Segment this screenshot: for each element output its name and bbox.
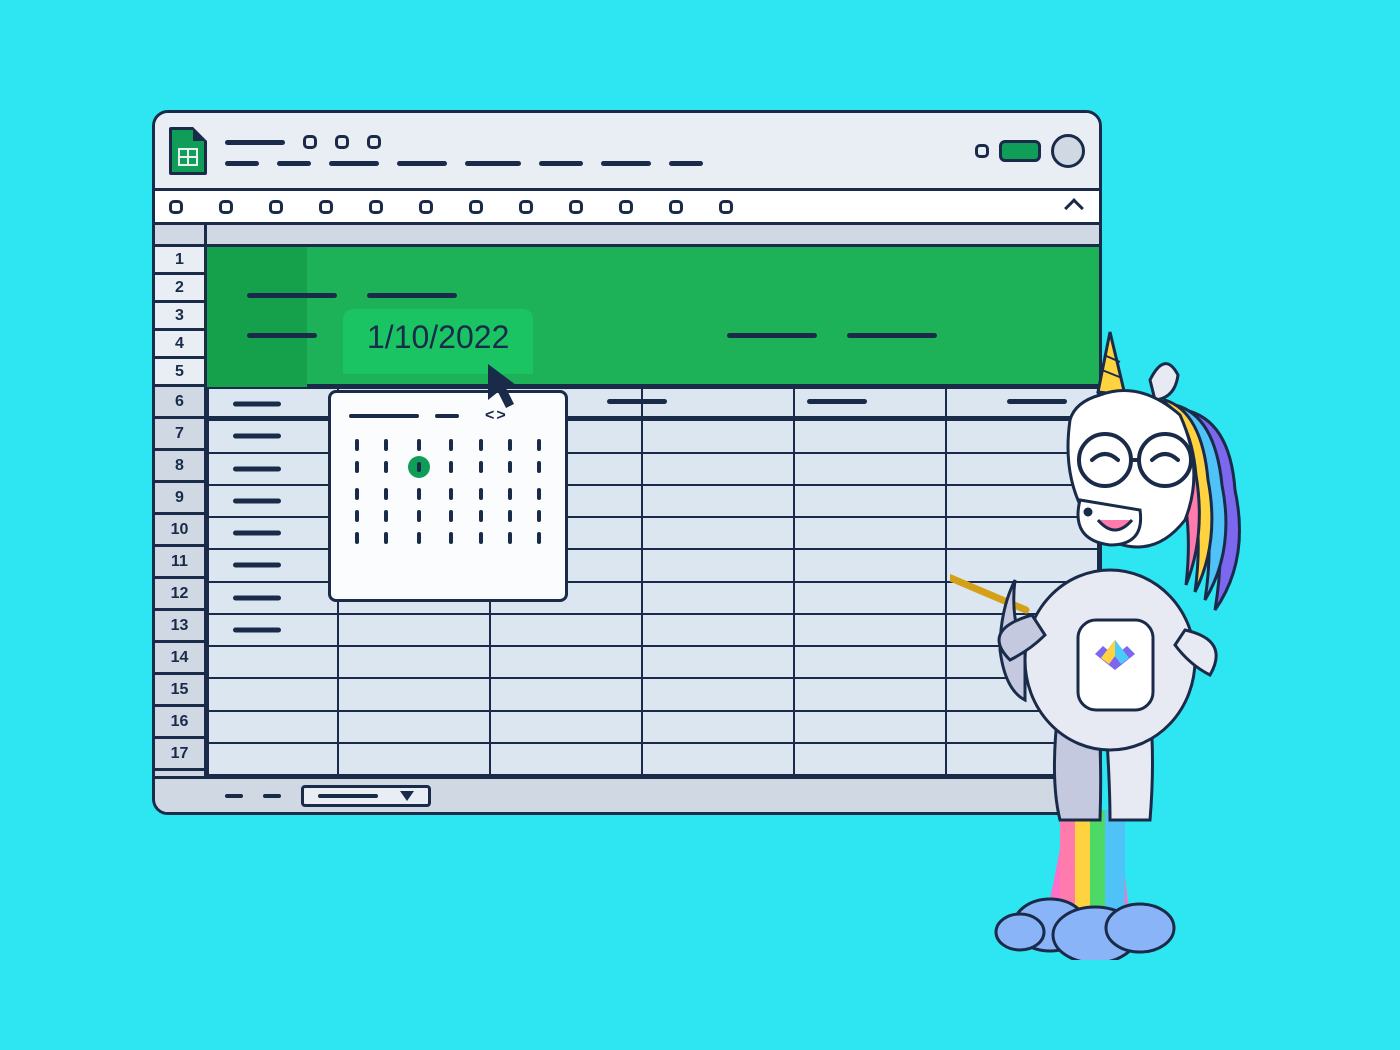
row-header[interactable]: 16 [155, 707, 204, 739]
toolbar-button[interactable] [169, 200, 183, 214]
calendar-day[interactable] [479, 439, 483, 451]
select-all-corner[interactable] [155, 225, 207, 244]
row-header[interactable]: 15 [155, 675, 204, 707]
calendar-day[interactable] [537, 532, 541, 544]
row-header[interactable]: 7 [155, 419, 204, 451]
month-label [349, 414, 419, 418]
calendar-day[interactable] [355, 510, 359, 522]
calendar-day[interactable] [355, 439, 359, 451]
toolbar-button[interactable] [519, 200, 533, 214]
toolbar-button[interactable] [669, 200, 683, 214]
row-header[interactable]: 5 [155, 359, 204, 387]
toolbar-button[interactable] [469, 200, 483, 214]
calendar-day[interactable] [479, 488, 483, 500]
calendar-day[interactable] [449, 439, 453, 451]
row-header[interactable]: 10 [155, 515, 204, 547]
calendar-day[interactable] [355, 488, 359, 500]
calendar-day[interactable] [508, 488, 512, 500]
column-headers[interactable] [155, 225, 1099, 247]
sheet-tab[interactable] [301, 785, 431, 807]
chevron-down-icon[interactable] [400, 791, 414, 801]
toolbar-button[interactable] [569, 200, 583, 214]
title-bar [155, 113, 1099, 191]
all-sheets-icon[interactable] [263, 794, 281, 798]
calendar-day[interactable] [384, 532, 388, 544]
calendar-day[interactable] [355, 532, 359, 544]
cloud-icon[interactable] [367, 135, 381, 149]
star-icon[interactable] [303, 135, 317, 149]
calendar-day[interactable] [479, 461, 483, 473]
folder-icon[interactable] [335, 135, 349, 149]
calendar-day[interactable] [384, 461, 388, 473]
cursor-icon [486, 362, 530, 410]
row-headers[interactable]: 1 2 3 4 5 6 7 8 9 10 11 12 13 14 15 16 1… [155, 247, 207, 812]
row-header[interactable]: 3 [155, 303, 204, 331]
calendar-day[interactable] [537, 439, 541, 451]
calendar-day[interactable] [537, 461, 541, 473]
calendar-day[interactable] [479, 510, 483, 522]
calendar-day[interactable] [508, 532, 512, 544]
calendar-day-selected[interactable] [408, 456, 430, 478]
calendar-day[interactable] [449, 488, 453, 500]
toolbar-button[interactable] [369, 200, 383, 214]
calendar-day[interactable] [384, 488, 388, 500]
calendar-day[interactable] [417, 510, 421, 522]
toolbar-button[interactable] [219, 200, 233, 214]
toolbar-button[interactable] [619, 200, 633, 214]
calendar-day[interactable] [355, 461, 359, 473]
row-header[interactable]: 2 [155, 275, 204, 303]
sheets-app-icon [169, 127, 207, 175]
calendar-day[interactable] [508, 510, 512, 522]
calendar-day[interactable] [449, 532, 453, 544]
share-button[interactable] [999, 140, 1041, 162]
format-toolbar[interactable] [155, 191, 1099, 225]
calendar-day[interactable] [537, 488, 541, 500]
history-icon[interactable] [975, 144, 989, 158]
unicorn-mascot [950, 320, 1300, 960]
calendar-day[interactable] [479, 532, 483, 544]
calendar-day[interactable] [417, 488, 421, 500]
date-picker-popup[interactable]: < > [328, 390, 568, 602]
calendar-days-grid[interactable] [349, 439, 547, 544]
calendar-day[interactable] [384, 439, 388, 451]
row-header[interactable]: 9 [155, 483, 204, 515]
calendar-day[interactable] [508, 439, 512, 451]
row-header[interactable]: 11 [155, 547, 204, 579]
doc-title-area [225, 135, 975, 166]
row-header[interactable]: 14 [155, 643, 204, 675]
toolbar-button[interactable] [319, 200, 333, 214]
calendar-day[interactable] [417, 532, 421, 544]
toolbar-button[interactable] [419, 200, 433, 214]
calendar-day[interactable] [417, 439, 421, 451]
chevron-up-icon[interactable] [1064, 198, 1084, 218]
calendar-day[interactable] [508, 461, 512, 473]
row-header[interactable]: 4 [155, 331, 204, 359]
row-header[interactable]: 8 [155, 451, 204, 483]
toolbar-button[interactable] [719, 200, 733, 214]
menu-bar[interactable] [225, 161, 975, 166]
calendar-day[interactable] [384, 510, 388, 522]
toolbar-button[interactable] [269, 200, 283, 214]
row-header[interactable]: 6 [155, 387, 204, 419]
calendar-day[interactable] [449, 461, 453, 473]
calendar-day[interactable] [537, 510, 541, 522]
calendar-day[interactable] [449, 510, 453, 522]
add-sheet-icon[interactable] [225, 794, 243, 798]
row-header[interactable]: 17 [155, 739, 204, 771]
row-header[interactable]: 13 [155, 611, 204, 643]
avatar[interactable] [1051, 134, 1085, 168]
row-header[interactable]: 12 [155, 579, 204, 611]
row-header[interactable]: 1 [155, 247, 204, 275]
